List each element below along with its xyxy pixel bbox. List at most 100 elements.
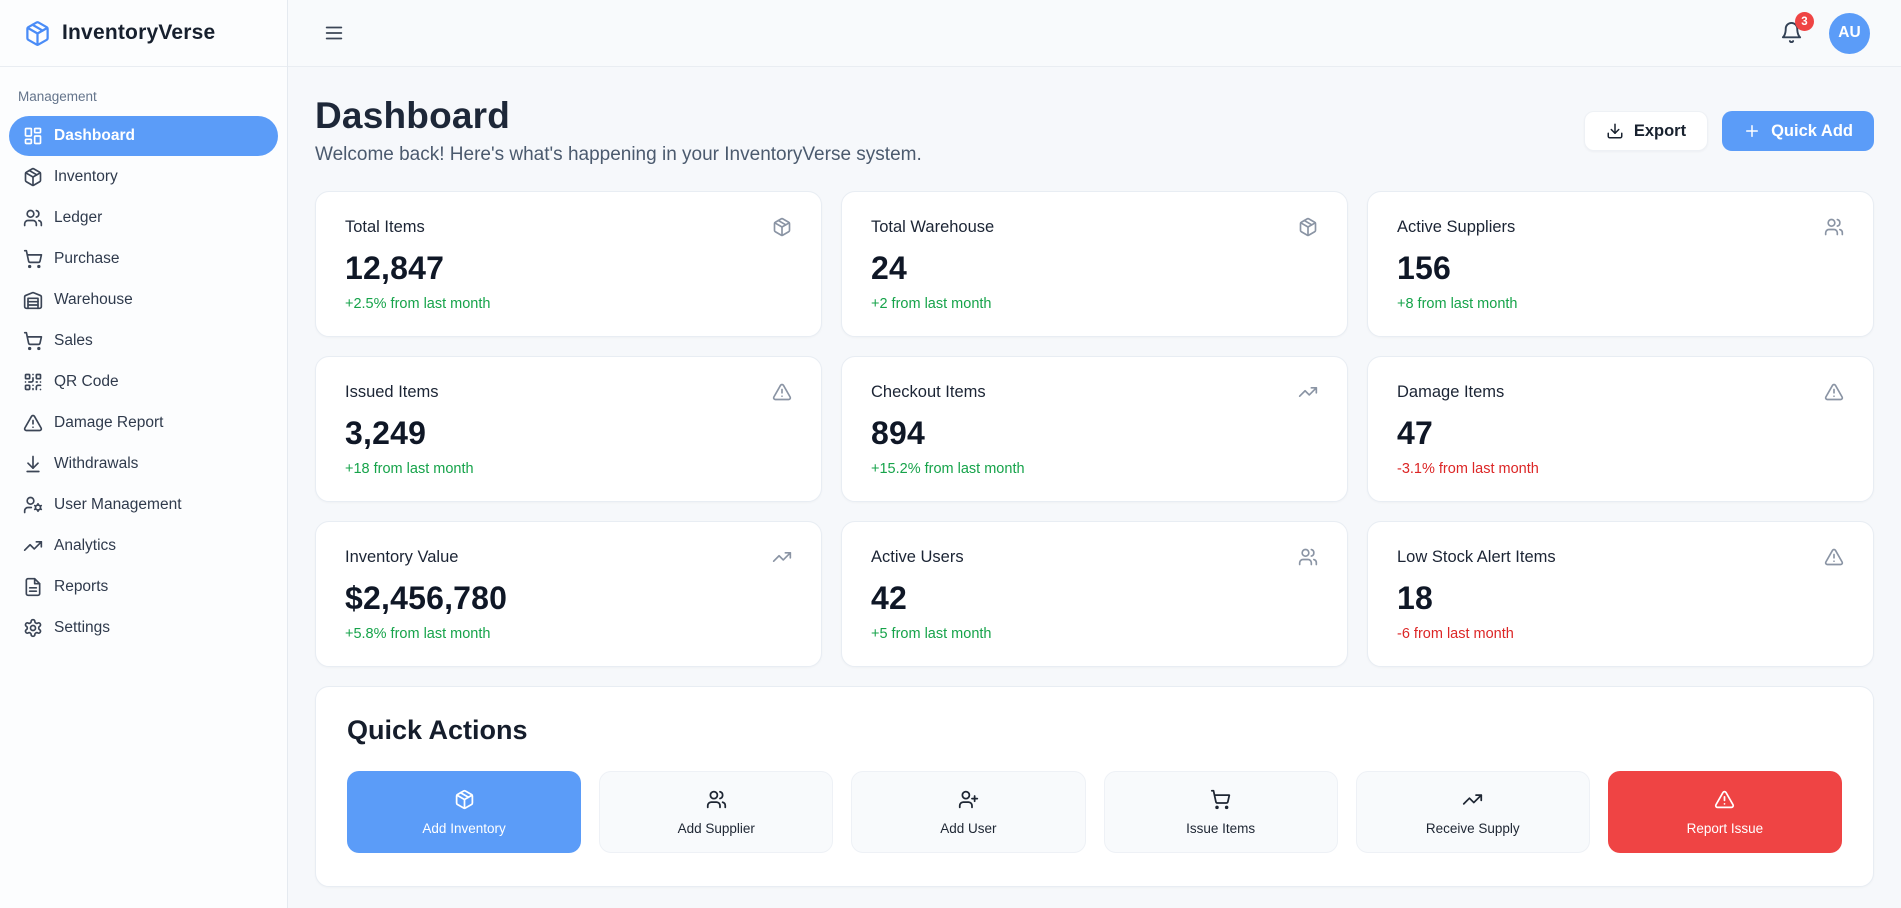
add-inventory-button[interactable]: Add Inventory <box>347 771 581 853</box>
stat-change: -3.1% from last month <box>1397 461 1844 477</box>
sidebar-item-label: Reports <box>54 578 108 596</box>
main-content: Dashboard Welcome back! Here's what's ha… <box>288 67 1901 908</box>
sidebar-item-label: Inventory <box>54 168 118 186</box>
export-button-label: Export <box>1634 122 1686 141</box>
package-icon <box>454 789 475 810</box>
stat-change: +5.8% from last month <box>345 626 792 642</box>
stat-value: 3,249 <box>345 415 792 452</box>
sidebar-item-reports[interactable]: Reports <box>9 567 278 607</box>
app-title: InventoryVerse <box>62 21 215 45</box>
stat-card-inventory-value: Inventory Value $2,456,780 +5.8% from la… <box>315 521 822 667</box>
notification-badge: 3 <box>1795 12 1814 31</box>
trending-up-icon <box>1298 382 1318 402</box>
quick-add-button-label: Quick Add <box>1771 122 1853 141</box>
alert-triangle-icon <box>1714 789 1735 810</box>
stat-label: Inventory Value <box>345 548 458 567</box>
user-cog-icon <box>23 495 43 515</box>
quick-action-label: Issue Items <box>1186 821 1255 836</box>
sidebar-item-damage-report[interactable]: Damage Report <box>9 403 278 443</box>
issue-items-button[interactable]: Issue Items <box>1104 771 1338 853</box>
topbar: 3 AU <box>288 0 1901 67</box>
stat-change: +8 from last month <box>1397 296 1844 312</box>
sidebar-item-user-management[interactable]: User Management <box>9 485 278 525</box>
stat-card-active-users: Active Users 42 +5 from last month <box>841 521 1348 667</box>
users-icon <box>1824 217 1844 237</box>
alert-triangle-icon <box>23 413 43 433</box>
quick-add-button[interactable]: Quick Add <box>1722 111 1874 151</box>
add-supplier-button[interactable]: Add Supplier <box>599 771 833 853</box>
shopping-cart-icon <box>1210 789 1231 810</box>
alert-triangle-icon <box>1824 382 1844 402</box>
sidebar-item-warehouse[interactable]: Warehouse <box>9 280 278 320</box>
stat-card-damage-items: Damage Items 47 -3.1% from last month <box>1367 356 1874 502</box>
sidebar-item-sales[interactable]: Sales <box>9 321 278 361</box>
stat-card-low-stock-alert-items: Low Stock Alert Items 18 -6 from last mo… <box>1367 521 1874 667</box>
sidebar-item-qr-code[interactable]: QR Code <box>9 362 278 402</box>
sidebar-item-inventory[interactable]: Inventory <box>9 157 278 197</box>
page-subtitle: Welcome back! Here's what's happening in… <box>315 144 922 166</box>
qr-code-icon <box>23 372 43 392</box>
shopping-cart-icon <box>23 331 43 351</box>
plus-icon <box>1743 122 1761 140</box>
sidebar-item-analytics[interactable]: Analytics <box>9 526 278 566</box>
stat-label: Issued Items <box>345 383 439 402</box>
sidebar-item-withdrawals[interactable]: Withdrawals <box>9 444 278 484</box>
quick-action-label: Report Issue <box>1687 821 1764 836</box>
stat-value: 47 <box>1397 415 1844 452</box>
sidebar-toggle-button[interactable] <box>323 22 345 44</box>
package-icon <box>772 217 792 237</box>
stat-value: 18 <box>1397 580 1844 617</box>
sidebar-item-label: Ledger <box>54 209 102 227</box>
sidebar-item-label: Warehouse <box>54 291 133 309</box>
trending-up-icon <box>772 547 792 567</box>
sidebar: InventoryVerse Management Dashboard Inve… <box>0 0 288 908</box>
download-icon <box>1606 122 1624 140</box>
quick-actions-title: Quick Actions <box>347 715 1842 746</box>
stat-label: Active Suppliers <box>1397 218 1515 237</box>
sidebar-item-settings[interactable]: Settings <box>9 608 278 648</box>
sidebar-section-label: Management <box>18 89 287 104</box>
sidebar-item-dashboard[interactable]: Dashboard <box>9 116 278 156</box>
sidebar-item-purchase[interactable]: Purchase <box>9 239 278 279</box>
stat-label: Checkout Items <box>871 383 986 402</box>
stat-value: 24 <box>871 250 1318 287</box>
shopping-cart-icon <box>23 249 43 269</box>
sidebar-item-label: Sales <box>54 332 93 350</box>
sidebar-item-label: Analytics <box>54 537 116 555</box>
sidebar-item-label: Damage Report <box>54 414 163 432</box>
stat-card-checkout-items: Checkout Items 894 +15.2% from last mont… <box>841 356 1348 502</box>
receive-supply-button[interactable]: Receive Supply <box>1356 771 1590 853</box>
stat-change: +2 from last month <box>871 296 1318 312</box>
trending-up-icon <box>1462 789 1483 810</box>
stat-card-active-suppliers: Active Suppliers 156 +8 from last month <box>1367 191 1874 337</box>
sidebar-item-ledger[interactable]: Ledger <box>9 198 278 238</box>
stat-change: +2.5% from last month <box>345 296 792 312</box>
quick-action-label: Receive Supply <box>1426 821 1520 836</box>
settings-icon <box>23 618 43 638</box>
quick-action-label: Add User <box>940 821 996 836</box>
sidebar-item-label: User Management <box>54 496 182 514</box>
sidebar-item-label: Withdrawals <box>54 455 138 473</box>
page-title-block: Dashboard Welcome back! Here's what's ha… <box>315 95 922 166</box>
app-logo: InventoryVerse <box>0 0 287 67</box>
stat-card-total-warehouse: Total Warehouse 24 +2 from last month <box>841 191 1348 337</box>
export-button[interactable]: Export <box>1584 111 1708 151</box>
add-user-button[interactable]: Add User <box>851 771 1085 853</box>
menu-icon <box>323 22 345 44</box>
avatar[interactable]: AU <box>1829 13 1870 54</box>
stat-value: $2,456,780 <box>345 580 792 617</box>
notifications-button[interactable]: 3 <box>1780 21 1804 45</box>
users-icon <box>706 789 727 810</box>
alert-triangle-icon <box>772 382 792 402</box>
stat-label: Active Users <box>871 548 964 567</box>
stat-change: +18 from last month <box>345 461 792 477</box>
users-icon <box>1298 547 1318 567</box>
layout-dashboard-icon <box>23 126 43 146</box>
package-logo-icon <box>24 20 51 47</box>
report-issue-button[interactable]: Report Issue <box>1608 771 1842 853</box>
quick-action-label: Add Inventory <box>422 821 505 836</box>
users-icon <box>23 208 43 228</box>
stat-label: Low Stock Alert Items <box>1397 548 1556 567</box>
stat-label: Damage Items <box>1397 383 1504 402</box>
sidebar-item-label: QR Code <box>54 373 119 391</box>
